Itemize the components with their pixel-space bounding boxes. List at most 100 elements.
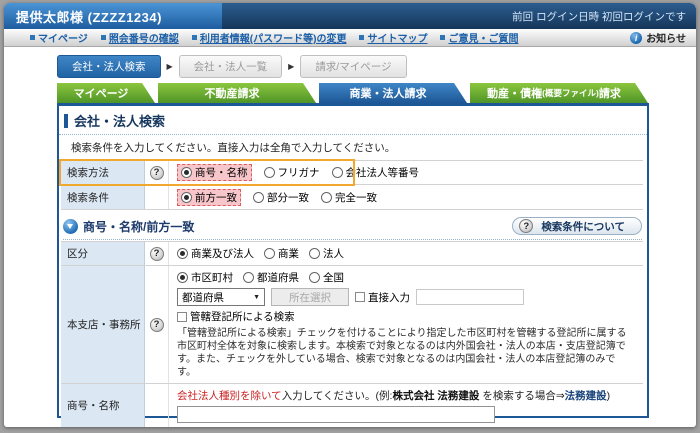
radio-exact-match[interactable]: 完全一致 (321, 190, 377, 205)
radio-corporation[interactable]: 法人 (309, 246, 344, 261)
nav-link-sitemap[interactable]: サイトマップ (359, 30, 427, 45)
radio-nationwide[interactable]: 全国 (309, 270, 344, 285)
radio-prefecture[interactable]: 都道府県 (243, 270, 299, 285)
tab-mypage[interactable]: マイページ (57, 83, 155, 103)
radio-commerce[interactable]: 商業 (264, 246, 299, 261)
radio-municipality[interactable]: 市区町村 (177, 270, 233, 285)
search-settings-form: 検索方法 ? 商号・名称 フリガナ 会社法人等番号 検索条件 前方一致 部分一致… (59, 159, 643, 210)
radio-label: 都道府県 (257, 272, 299, 284)
radio-icon (321, 191, 332, 203)
bullet-icon (30, 35, 35, 40)
radio-commerce-and-corp[interactable]: 商業及び法人 (177, 246, 254, 261)
notice-link[interactable]: i お知らせ (630, 30, 686, 45)
company-name-hint: 会社法人種別を除いて入力してください。(例:株式会社 法務建設 を検索する場合⇒… (177, 388, 635, 403)
radio-label: 商業 (278, 248, 299, 260)
search-method-label: 検索方法 (61, 161, 145, 184)
bullet-icon (440, 35, 446, 40)
nav-bar: マイページ 照会番号の確認 利用者情報(パスワード等)の変更 サイトマップ ご意… (4, 29, 696, 47)
hint-part: 入力してください。(例: (281, 390, 393, 402)
radio-icon (263, 167, 275, 178)
bullet-icon (359, 35, 365, 40)
radio-label: 部分一致 (267, 191, 309, 204)
direct-input-checkbox[interactable]: 直接入力 (355, 290, 410, 305)
last-login-info: 前回 ログイン日時 初回ログインです (512, 10, 686, 23)
checkbox-label: 管轄登記所による検索 (190, 311, 295, 323)
tab-movables-request[interactable]: 動産・債権 (概要ファイル) 請求 (470, 83, 648, 103)
nav-links: マイページ 照会番号の確認 利用者情報(パスワード等)の変更 サイトマップ ご意… (30, 30, 518, 45)
radio-label: 市区町村 (191, 272, 233, 284)
help-icon: ? (519, 219, 534, 233)
tab-label-part: 請求 (598, 88, 621, 100)
radio-label: 会社法人等番号 (345, 167, 420, 179)
hint-part: ) (606, 390, 611, 402)
nav-link-feedback[interactable]: ご意見・ご質問 (440, 30, 518, 45)
radio-label: 法人 (323, 248, 344, 260)
user-badge: 提供太郎様 (ZZZZ1234) (4, 3, 222, 29)
office-row: 本支店・事務所 ? 市区町村 都道府県 全国 都道府県 ▼ 所在選択 直接入力 … (61, 266, 643, 384)
radio-corporate-number[interactable]: 会社法人等番号 (331, 165, 420, 180)
radio-label: フリガナ (277, 167, 320, 179)
radio-label: 全国 (323, 272, 344, 284)
chevron-down-icon: ▼ (253, 293, 260, 301)
nav-link-label: サイトマップ (367, 34, 428, 45)
breadcrumb: 会社・法人検索 ▶ 会社・法人一覧 ▶ 請求/マイページ (57, 55, 696, 78)
bullet-icon (100, 35, 106, 40)
nav-link-confirmation-number[interactable]: 照会番号の確認 (100, 30, 179, 45)
bullet-icon (191, 35, 197, 40)
breadcrumb-step-search[interactable]: 会社・法人検索 (57, 55, 161, 78)
breadcrumb-step-request: 請求/マイページ (300, 55, 407, 78)
nav-link-mypage[interactable]: マイページ (30, 30, 88, 45)
company-name-input[interactable] (177, 406, 495, 423)
help-button-label: 検索条件について (541, 220, 625, 233)
company-name-row: 商号・名称 会社法人種別を除いて入力してください。(例:株式会社 法務建設 を検… (61, 384, 643, 427)
search-condition-label: 検索条件 (61, 185, 145, 209)
nav-link-label: ご意見・ご質問 (448, 34, 519, 45)
tab-label-part: 動産・債権 (487, 88, 543, 100)
radio-icon (181, 191, 192, 203)
radio-furigana[interactable]: フリガナ (263, 165, 320, 180)
tab-bar: マイページ 不動産請求 商業・法人請求 動産・債権 (概要ファイル) 請求 (57, 83, 649, 103)
detail-form: 区分 ? 商業及び法人 商業 法人 本支店・事務所 ? 市区町村 都道府県 全国 (61, 241, 643, 427)
tab-label-part: (概要ファイル) (542, 88, 599, 98)
radio-label: 商業及び法人 (191, 248, 254, 260)
notice-label: お知らせ (646, 34, 686, 45)
search-condition-help-button[interactable]: ? 検索条件について (512, 217, 642, 235)
username-text: 提供太郎様 (ZZZZ1234) (16, 9, 162, 25)
page-title-row: 会社・法人検索 (59, 106, 647, 135)
office-label: 本支店・事務所 (61, 266, 145, 383)
nav-link-user-info-change[interactable]: 利用者情報(パスワード等)の変更 (191, 30, 346, 45)
help-icon[interactable]: ? (149, 317, 164, 332)
radio-icon (181, 167, 192, 178)
jurisdiction-search-checkbox[interactable]: 管轄登記所による検索 (177, 309, 295, 324)
hint-red-part: 会社法人種別を除いて (177, 390, 282, 402)
prefecture-select[interactable]: 都道府県 ▼ (177, 288, 265, 306)
search-method-row: 検索方法 ? 商号・名称 フリガナ 会社法人等番号 (59, 159, 643, 186)
radio-partial-match[interactable]: 部分一致 (253, 190, 309, 205)
section-icon (63, 218, 78, 234)
radio-prefix-match[interactable]: 前方一致 (177, 188, 241, 206)
radio-label: 前方一致 (195, 191, 237, 204)
select-value: 都道府県 (182, 291, 224, 304)
help-icon[interactable]: ? (149, 165, 164, 180)
category-label: 区分 (61, 242, 145, 265)
radio-trade-name[interactable]: 商号・名称 (177, 164, 252, 181)
tab-corporate-request[interactable]: 商業・法人請求 (319, 83, 467, 103)
radio-icon (309, 248, 320, 259)
jurisdiction-note: 「管轄登記所による検索」チェックを付けることにより指定した市区町村を管轄する登記… (177, 328, 627, 378)
header-bar: 提供太郎様 (ZZZZ1234) 前回 ログイン日時 初回ログインです (4, 3, 696, 29)
location-select-button[interactable]: 所在選択 (271, 288, 349, 306)
hint-bold-part: 法務建設 (564, 390, 607, 402)
checkbox-label: 直接入力 (368, 291, 410, 304)
radio-label: 完全一致 (335, 191, 377, 204)
direct-input-field[interactable] (416, 289, 524, 305)
page-title: 会社・法人検索 (74, 114, 166, 129)
radio-icon (309, 272, 320, 283)
nav-link-label: マイページ (38, 34, 88, 45)
arrow-icon: ▶ (288, 62, 295, 71)
checkbox-icon (355, 292, 365, 302)
search-condition-row: 検索条件 前方一致 部分一致 完全一致 (61, 185, 643, 210)
radio-icon (177, 272, 188, 283)
tab-real-estate-request[interactable]: 不動産請求 (158, 83, 316, 103)
help-icon[interactable]: ? (149, 246, 164, 261)
main-content: 会社・法人検索 検索条件を入力してください。直接入力は全角で入力してください。 … (57, 106, 649, 427)
